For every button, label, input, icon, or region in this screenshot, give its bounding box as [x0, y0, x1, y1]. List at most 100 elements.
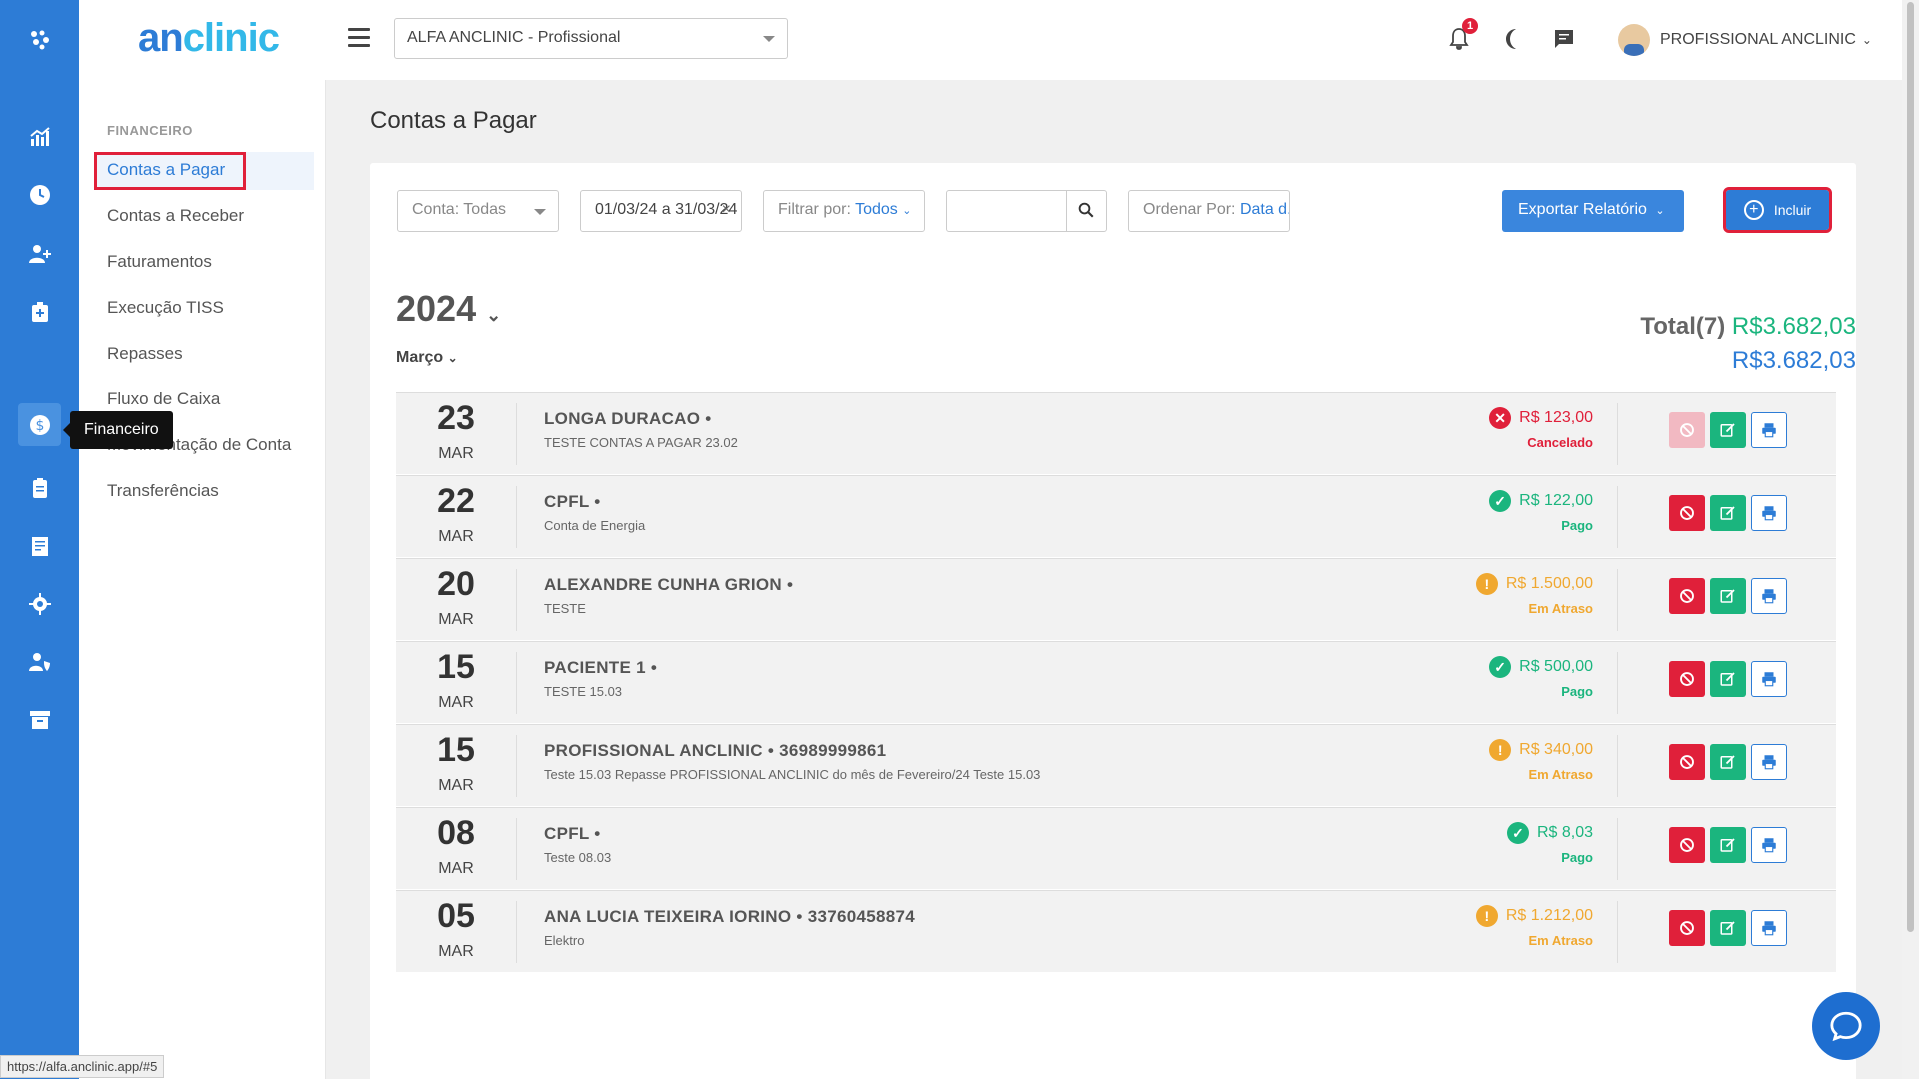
status-badge: Em Atraso	[1528, 767, 1593, 782]
clipboard-icon[interactable]	[18, 466, 61, 509]
cancel-button[interactable]	[1669, 910, 1705, 946]
menu-item-repasses[interactable]: Repasses	[94, 336, 314, 374]
table-row[interactable]: 22 MAR CPFL • Conta de Energia ✓ R$ 122,…	[396, 475, 1836, 557]
medical-bag-icon[interactable]	[18, 290, 61, 333]
row-amount-value: R$ 500,00	[1519, 658, 1593, 675]
logo[interactable]: anclinic	[138, 16, 280, 61]
row-month: MAR	[438, 445, 474, 462]
avatar	[1618, 24, 1650, 56]
filter-by-select[interactable]: Filtrar por: Todos ⌄	[763, 190, 925, 232]
archive-icon[interactable]	[18, 698, 61, 741]
filter-by-value: Todos	[855, 201, 898, 218]
edit-button[interactable]	[1710, 910, 1746, 946]
menu-item-transferencias[interactable]: Transferências	[94, 473, 314, 511]
table-row[interactable]: 15 MAR PACIENTE 1 • TESTE 15.03 ✓ R$ 500…	[396, 641, 1836, 723]
chat-widget-button[interactable]	[1812, 992, 1880, 1060]
clear-date-icon[interactable]: ×	[722, 201, 731, 219]
finance-icon[interactable]: $	[18, 403, 61, 446]
moon-icon[interactable]	[1498, 24, 1528, 54]
hamburger-menu-icon[interactable]	[348, 28, 370, 52]
plus-circle-icon: +	[1743, 200, 1764, 220]
cancel-button[interactable]	[1669, 827, 1705, 863]
print-button[interactable]	[1751, 910, 1787, 946]
table-row[interactable]: 20 MAR ALEXANDRE CUNHA GRION • TESTE ! R…	[396, 558, 1836, 640]
search-input[interactable]	[946, 190, 1067, 232]
print-button[interactable]	[1751, 495, 1787, 531]
menu-item-faturamentos[interactable]: Faturamentos	[94, 244, 314, 282]
print-button[interactable]	[1751, 412, 1787, 448]
scrollbar-thumb[interactable]	[1907, 2, 1914, 932]
row-amount-value: R$ 122,00	[1519, 492, 1593, 509]
status-url: https://alfa.anclinic.app/#5	[0, 1055, 165, 1078]
search-button[interactable]	[1066, 190, 1107, 232]
menu-item-contas-a-receber[interactable]: Contas a Receber	[94, 198, 314, 236]
main-content: Contas a Pagar Conta: Todas 01/03/24 a 3…	[326, 80, 1902, 1079]
date-range-value: 01/03/24 a 31/03/24	[595, 201, 738, 218]
row-amount: ! R$ 1.500,00	[1475, 573, 1593, 595]
edit-button[interactable]	[1710, 495, 1746, 531]
divider	[516, 569, 517, 631]
report-icon[interactable]	[18, 524, 61, 567]
print-icon	[1762, 506, 1776, 521]
clock-icon[interactable]	[18, 173, 61, 216]
chat-icon[interactable]	[1549, 24, 1579, 54]
row-month: MAR	[438, 860, 474, 877]
user-menu[interactable]: PROFISSIONAL ANCLINIC ⌄	[1618, 24, 1872, 56]
edit-button[interactable]	[1710, 412, 1746, 448]
totals: Total(7) R$3.682,03 R$3.682,03	[1640, 313, 1856, 375]
print-button[interactable]	[1751, 661, 1787, 697]
cancel-button[interactable]	[1669, 412, 1705, 448]
ban-icon	[1680, 755, 1694, 769]
divider	[1617, 735, 1618, 797]
year-group[interactable]: 2024 ⌄	[396, 288, 501, 330]
ban-icon	[1680, 838, 1694, 852]
cancel-button[interactable]	[1669, 578, 1705, 614]
table-row[interactable]: 05 MAR ANA LUCIA TEIXEIRA IORINO • 33760…	[396, 890, 1836, 972]
cancel-button[interactable]	[1669, 495, 1705, 531]
clinic-selector[interactable]: ALFA ANCLINIC - Profissional	[394, 18, 788, 59]
user-shield-icon[interactable]	[18, 640, 61, 683]
chevron-down-icon: ⌄	[1861, 33, 1872, 47]
grid-icon[interactable]	[18, 18, 61, 61]
table-row[interactable]: 23 MAR LONGA DURACAO • TESTE CONTAS A PA…	[396, 392, 1836, 474]
edit-button[interactable]	[1710, 827, 1746, 863]
svg-text:$: $	[35, 418, 44, 434]
menu-item-contas-a-pagar[interactable]: Contas a Pagar	[94, 152, 246, 190]
menu-item-execucao-tiss[interactable]: Execução TISS	[94, 290, 314, 328]
settings-icon[interactable]	[18, 582, 61, 625]
edit-icon	[1720, 921, 1735, 935]
edit-button[interactable]	[1710, 578, 1746, 614]
edit-button[interactable]	[1710, 661, 1746, 697]
accounts-card: Conta: Todas 01/03/24 a 31/03/24 × Filtr…	[370, 163, 1856, 1079]
account-filter[interactable]: Conta: Todas	[397, 190, 559, 232]
table-row[interactable]: 15 MAR PROFISSIONAL ANCLINIC • 369899998…	[396, 724, 1836, 806]
chevron-down-icon: ⌄	[447, 351, 458, 365]
add-button[interactable]: + Incluir	[1723, 187, 1832, 233]
cancel-button[interactable]	[1669, 744, 1705, 780]
row-day: 15	[437, 731, 475, 769]
page-scrollbar[interactable]	[1902, 0, 1919, 1079]
print-button[interactable]	[1751, 578, 1787, 614]
status-icon: !	[1489, 739, 1512, 761]
edit-button[interactable]	[1710, 744, 1746, 780]
month-group[interactable]: Março ⌄	[396, 349, 458, 367]
print-button[interactable]	[1751, 744, 1787, 780]
order-by-select[interactable]: Ordenar Por: Data d...	[1128, 190, 1290, 232]
row-actions	[1669, 661, 1792, 697]
status-icon: !	[1475, 573, 1498, 595]
bell-icon[interactable]: 1	[1444, 18, 1478, 54]
row-day: 20	[437, 565, 475, 603]
table-row[interactable]: 08 MAR CPFL • Teste 08.03 ✓ R$ 8,03 Pago	[396, 807, 1836, 889]
date-range-field[interactable]: 01/03/24 a 31/03/24 ×	[580, 190, 742, 232]
cancel-button[interactable]	[1669, 661, 1705, 697]
row-description: TESTE CONTAS A PAGAR 23.02	[544, 435, 738, 450]
export-report-button[interactable]: Exportar Relatório ⌄	[1502, 190, 1684, 232]
finance-tooltip: Financeiro	[63, 411, 173, 449]
chat-bubble-icon	[1830, 1011, 1862, 1042]
row-amount-value: R$ 340,00	[1519, 741, 1593, 758]
print-button[interactable]	[1751, 827, 1787, 863]
row-description: Teste 15.03 Repasse PROFISSIONAL ANCLINI…	[544, 767, 1041, 782]
chart-icon[interactable]	[18, 115, 61, 158]
add-user-icon[interactable]	[18, 232, 61, 275]
divider	[516, 818, 517, 880]
